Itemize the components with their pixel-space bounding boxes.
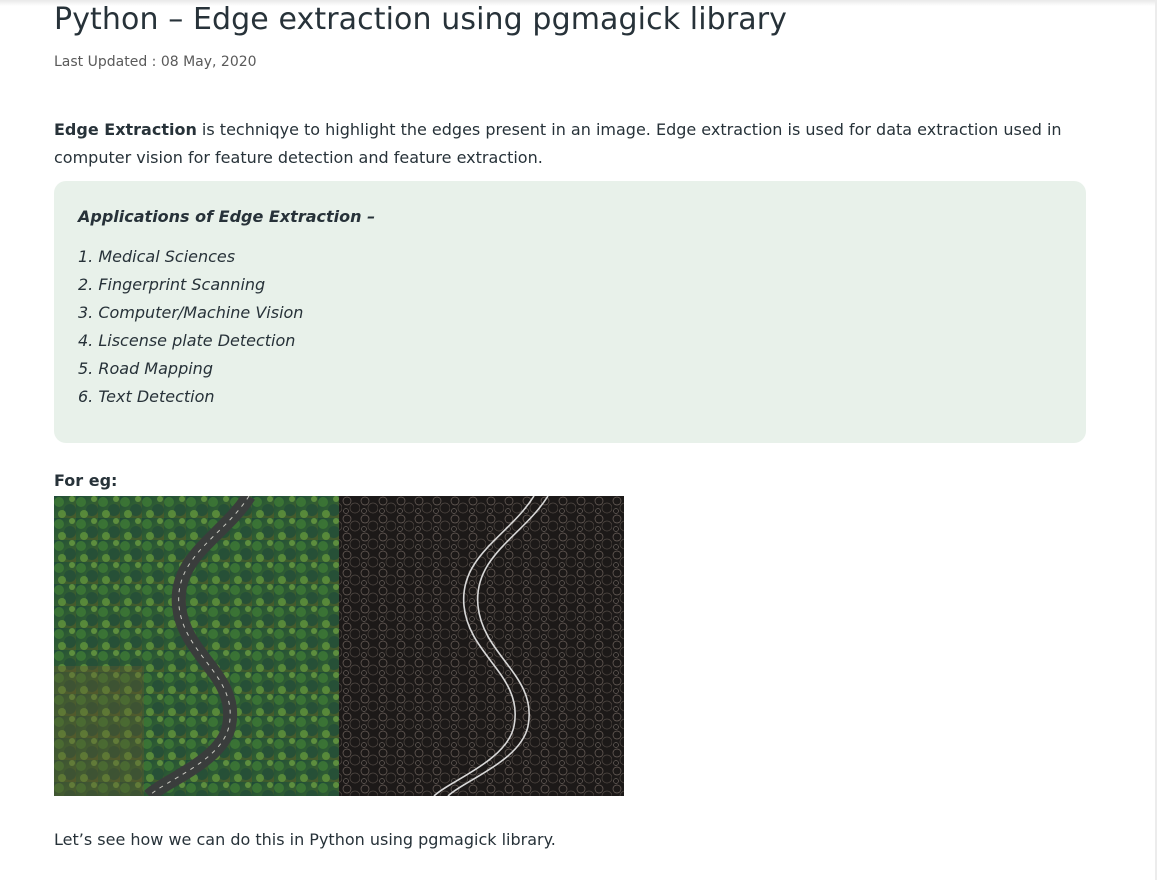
intro-bold-term: Edge Extraction	[54, 120, 197, 139]
applications-title: Applications of Edge Extraction –	[78, 207, 376, 226]
original-photo	[54, 496, 339, 796]
list-item: 1. Medical Sciences	[78, 247, 236, 266]
applications-box: Applications of Edge Extraction – 1. Med…	[54, 181, 1086, 443]
list-item: 5. Road Mapping	[78, 359, 213, 378]
edge-extracted-photo	[339, 496, 624, 796]
list-item: 6. Text Detection	[78, 387, 215, 406]
list-item: 3. Computer/Machine Vision	[78, 303, 304, 322]
edge-extraction-example-image	[54, 496, 624, 796]
list-item: 2. Fingerprint Scanning	[78, 275, 266, 294]
applications-list: 1. Medical Sciences 2. Fingerprint Scann…	[78, 243, 303, 411]
article-title: Python – Edge extraction using pgmagick …	[54, 2, 788, 37]
last-updated: Last Updated : 08 May, 2020	[54, 54, 257, 70]
list-item: 4. Liscense plate Detection	[78, 331, 296, 350]
outro-paragraph: Let’s see how we can do this in Python u…	[54, 830, 556, 849]
intro-paragraph: Edge Extraction is techniqye to highligh…	[54, 116, 1094, 172]
example-label: For eg:	[54, 471, 118, 490]
intro-text: is techniqye to highlight the edges pres…	[54, 120, 1062, 167]
